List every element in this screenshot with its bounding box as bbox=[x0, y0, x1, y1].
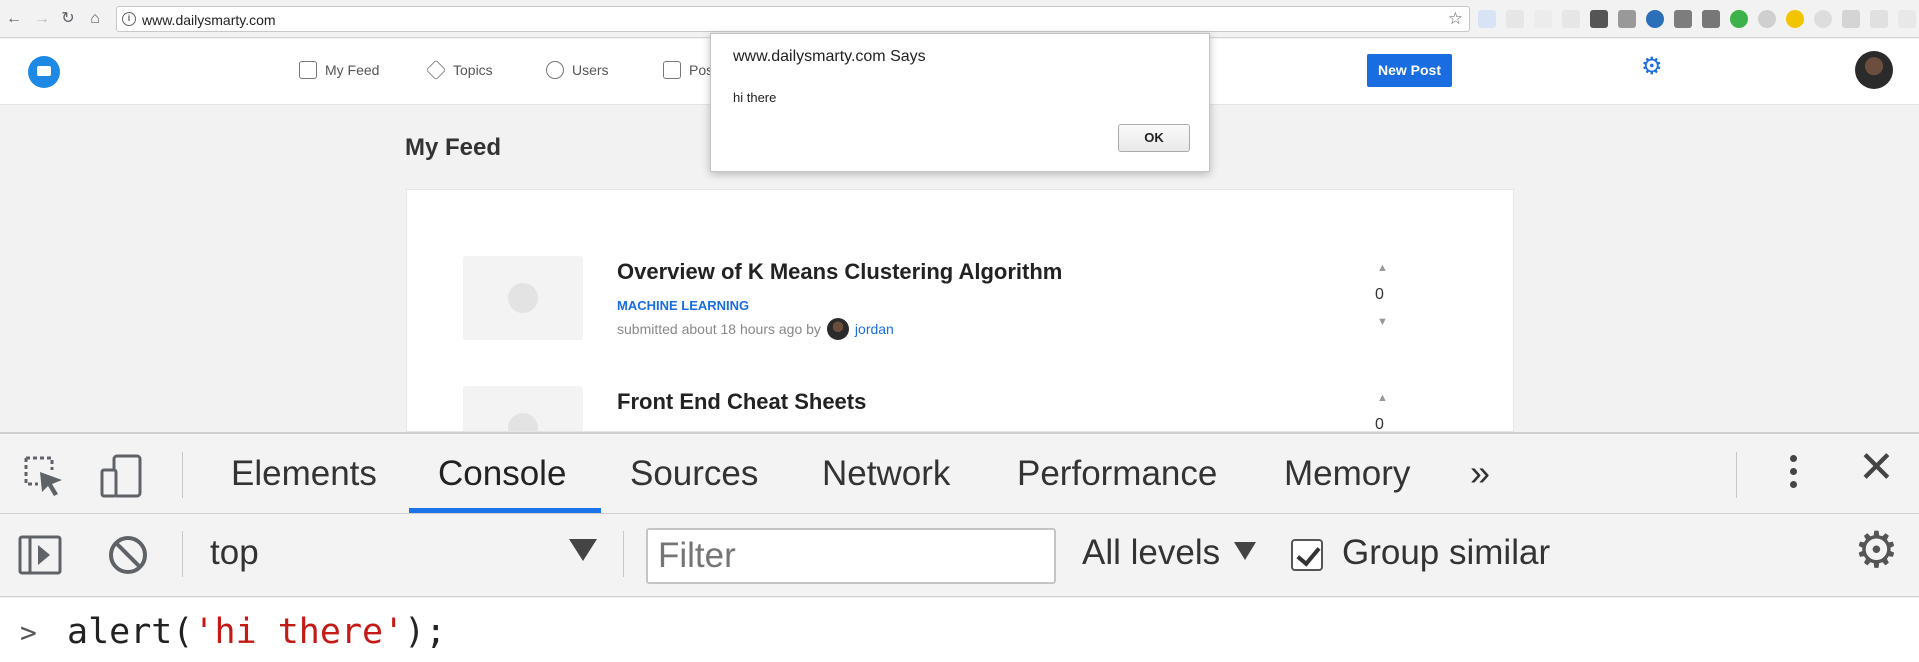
active-tab-indicator bbox=[409, 508, 601, 513]
extension-icon[interactable] bbox=[1870, 10, 1888, 28]
tab-performance[interactable]: Performance bbox=[1017, 454, 1217, 494]
author-link[interactable]: jordan bbox=[855, 321, 894, 337]
tab-sources[interactable]: Sources bbox=[630, 454, 758, 494]
console-output[interactable]: > alert('hi there'); bbox=[0, 598, 1919, 662]
more-options-icon[interactable] bbox=[1788, 452, 1798, 496]
alert-dialog: www.dailysmarty.com Says hi there OK bbox=[710, 33, 1210, 172]
extension-icon[interactable] bbox=[1478, 10, 1496, 28]
cast-icon[interactable] bbox=[1702, 10, 1720, 28]
stack-icon bbox=[299, 61, 317, 79]
nav-item-my-feed[interactable]: My Feed bbox=[299, 61, 379, 79]
post-thumbnail[interactable] bbox=[463, 386, 583, 431]
alert-message: hi there bbox=[733, 90, 777, 105]
nav-item-label: Users bbox=[572, 62, 609, 78]
toolbar-divider bbox=[182, 531, 183, 577]
alert-title: www.dailysmarty.com Says bbox=[733, 48, 926, 65]
console-settings-gear-icon[interactable]: ⚙ bbox=[1854, 525, 1899, 575]
extension-icon[interactable] bbox=[1646, 10, 1664, 28]
back-arrow-icon[interactable]: ← bbox=[4, 9, 24, 29]
extension-icon[interactable] bbox=[1506, 10, 1524, 28]
downvote-arrow-icon[interactable]: ▼ bbox=[1377, 316, 1388, 328]
extension-icon[interactable] bbox=[1562, 10, 1580, 28]
settings-gear-icon[interactable]: ⚙ bbox=[1641, 55, 1663, 79]
post-submitted-text: submitted about 18 hours ago by bbox=[617, 321, 821, 337]
extension-icon[interactable] bbox=[1590, 10, 1608, 28]
prompt-chevron-icon: > bbox=[20, 616, 37, 649]
extension-icons bbox=[1478, 10, 1916, 28]
document-icon bbox=[663, 61, 681, 79]
group-similar-label[interactable]: Group similar bbox=[1342, 533, 1550, 573]
tab-memory[interactable]: Memory bbox=[1284, 454, 1410, 494]
extension-icon[interactable] bbox=[1786, 10, 1804, 28]
context-select[interactable]: top bbox=[210, 533, 259, 573]
post-item: Front End Cheat Sheets ▲ 0 bbox=[463, 386, 1463, 432]
tab-network[interactable]: Network bbox=[822, 454, 950, 494]
user-avatar[interactable] bbox=[1855, 51, 1893, 89]
vote-count: 0 bbox=[1375, 286, 1384, 303]
post-title[interactable]: Front End Cheat Sheets bbox=[617, 389, 866, 415]
extension-icon[interactable] bbox=[1618, 10, 1636, 28]
page-title: My Feed bbox=[405, 134, 502, 161]
clear-console-icon[interactable] bbox=[106, 533, 150, 577]
show-sidebar-icon[interactable] bbox=[18, 533, 62, 577]
devtools-panel: Elements Console Sources Network Perform… bbox=[0, 432, 1919, 662]
url-text[interactable]: www.dailysmarty.com bbox=[142, 12, 276, 28]
nav-item-label: Topics bbox=[453, 62, 493, 78]
home-icon[interactable]: ⌂ bbox=[85, 9, 105, 29]
post-item: Overview of K Means Clustering Algorithm… bbox=[463, 256, 1463, 356]
upvote-arrow-icon[interactable]: ▲ bbox=[1377, 392, 1388, 404]
extension-icon[interactable] bbox=[1534, 10, 1552, 28]
info-icon[interactable]: i bbox=[122, 12, 136, 26]
code-text: ); bbox=[404, 612, 447, 652]
address-bar[interactable]: i www.dailysmarty.com ☆ bbox=[116, 6, 1470, 32]
code-string: 'hi there' bbox=[193, 612, 405, 652]
forward-arrow-icon[interactable]: → bbox=[32, 9, 52, 29]
log-levels-select[interactable]: All levels bbox=[1082, 533, 1220, 573]
device-toolbar-icon[interactable] bbox=[100, 454, 144, 498]
devtools-tabbar: Elements Console Sources Network Perform… bbox=[0, 434, 1919, 514]
vote-count: 0 bbox=[1375, 416, 1384, 432]
chevron-down-icon[interactable] bbox=[569, 539, 597, 561]
author-avatar[interactable] bbox=[826, 318, 849, 340]
extension-icon[interactable] bbox=[1814, 10, 1832, 28]
code-text: alert( bbox=[67, 612, 194, 652]
toolbar-divider bbox=[1736, 452, 1737, 498]
new-post-button[interactable]: New Post bbox=[1367, 54, 1452, 87]
toolbar-divider bbox=[623, 531, 624, 577]
toolbar-divider bbox=[182, 452, 183, 498]
users-icon bbox=[546, 61, 564, 79]
filter-input[interactable] bbox=[646, 528, 1056, 584]
extension-icon[interactable] bbox=[1842, 10, 1860, 28]
dailysmarty-logo-icon[interactable] bbox=[28, 56, 60, 88]
post-title[interactable]: Overview of K Means Clustering Algorithm bbox=[617, 259, 1062, 285]
more-tabs-chevron-icon[interactable]: » bbox=[1470, 452, 1490, 494]
console-input-line[interactable]: alert('hi there'); bbox=[67, 612, 446, 652]
chevron-down-icon[interactable] bbox=[1234, 542, 1256, 560]
post-thumbnail[interactable] bbox=[463, 256, 583, 340]
layers-icon bbox=[425, 59, 447, 81]
post-topic-tag[interactable]: MACHINE LEARNING bbox=[617, 298, 749, 313]
extension-icon[interactable] bbox=[1758, 10, 1776, 28]
bookmark-star-icon[interactable]: ☆ bbox=[1448, 9, 1463, 29]
close-devtools-icon[interactable]: ✕ bbox=[1858, 446, 1895, 490]
reload-icon[interactable]: ↻ bbox=[58, 9, 78, 29]
tab-console[interactable]: Console bbox=[438, 454, 566, 494]
nav-item-users[interactable]: Users bbox=[546, 61, 609, 79]
extension-icon[interactable] bbox=[1898, 10, 1916, 28]
alert-ok-button[interactable]: OK bbox=[1118, 124, 1190, 152]
extension-icon[interactable] bbox=[1674, 10, 1692, 28]
feed-list: Overview of K Means Clustering Algorithm… bbox=[406, 189, 1514, 432]
nav-item-topics[interactable]: Topics bbox=[425, 59, 493, 81]
extension-icon[interactable] bbox=[1730, 10, 1748, 28]
inspect-element-icon[interactable] bbox=[22, 454, 66, 498]
tab-elements[interactable]: Elements bbox=[231, 454, 377, 494]
console-toolbar: top All levels Group similar ⚙ bbox=[0, 515, 1919, 597]
upvote-arrow-icon[interactable]: ▲ bbox=[1377, 262, 1388, 274]
nav-item-label: My Feed bbox=[325, 62, 380, 78]
post-meta: submitted about 18 hours ago by jordan bbox=[617, 318, 894, 340]
group-similar-checkbox[interactable] bbox=[1291, 539, 1323, 571]
